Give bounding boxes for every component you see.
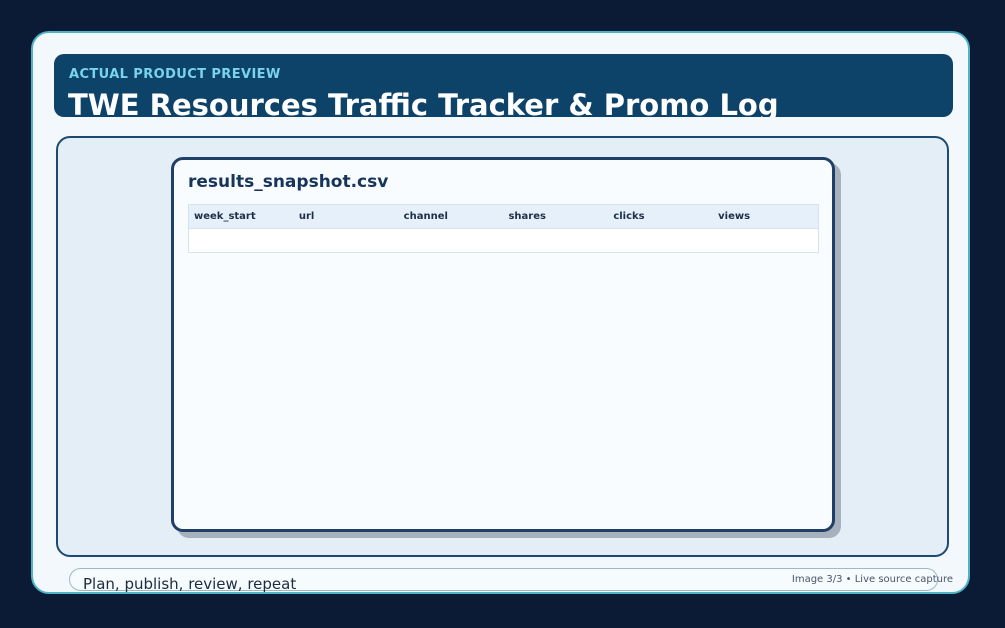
column-header-views[interactable]: views [713, 211, 818, 222]
header-banner: ACTUAL PRODUCT PREVIEW TWE Resources Tra… [54, 54, 953, 117]
results-table: week_start url channel shares clicks vie… [188, 204, 819, 253]
preview-stage: results_snapshot.csv week_start url chan… [56, 136, 949, 557]
csv-file-name: results_snapshot.csv [188, 172, 389, 192]
table-header-row: week_start url channel shares clicks vie… [189, 205, 818, 229]
column-header-channel[interactable]: channel [399, 211, 504, 222]
image-caption: Image 3/3 • Live source capture [791, 574, 953, 585]
table-empty-row [189, 229, 818, 252]
column-header-shares[interactable]: shares [503, 211, 608, 222]
column-header-clicks[interactable]: clicks [608, 211, 713, 222]
page-title: TWE Resources Traffic Tracker & Promo Lo… [68, 88, 779, 117]
csv-preview-card: results_snapshot.csv week_start url chan… [171, 157, 835, 532]
slide-frame: ACTUAL PRODUCT PREVIEW TWE Resources Tra… [31, 31, 970, 594]
column-header-url[interactable]: url [294, 211, 399, 222]
column-header-week-start[interactable]: week_start [189, 211, 294, 222]
footer-tagline: Plan, publish, review, repeat [83, 575, 297, 593]
eyebrow-label: ACTUAL PRODUCT PREVIEW [69, 67, 281, 82]
